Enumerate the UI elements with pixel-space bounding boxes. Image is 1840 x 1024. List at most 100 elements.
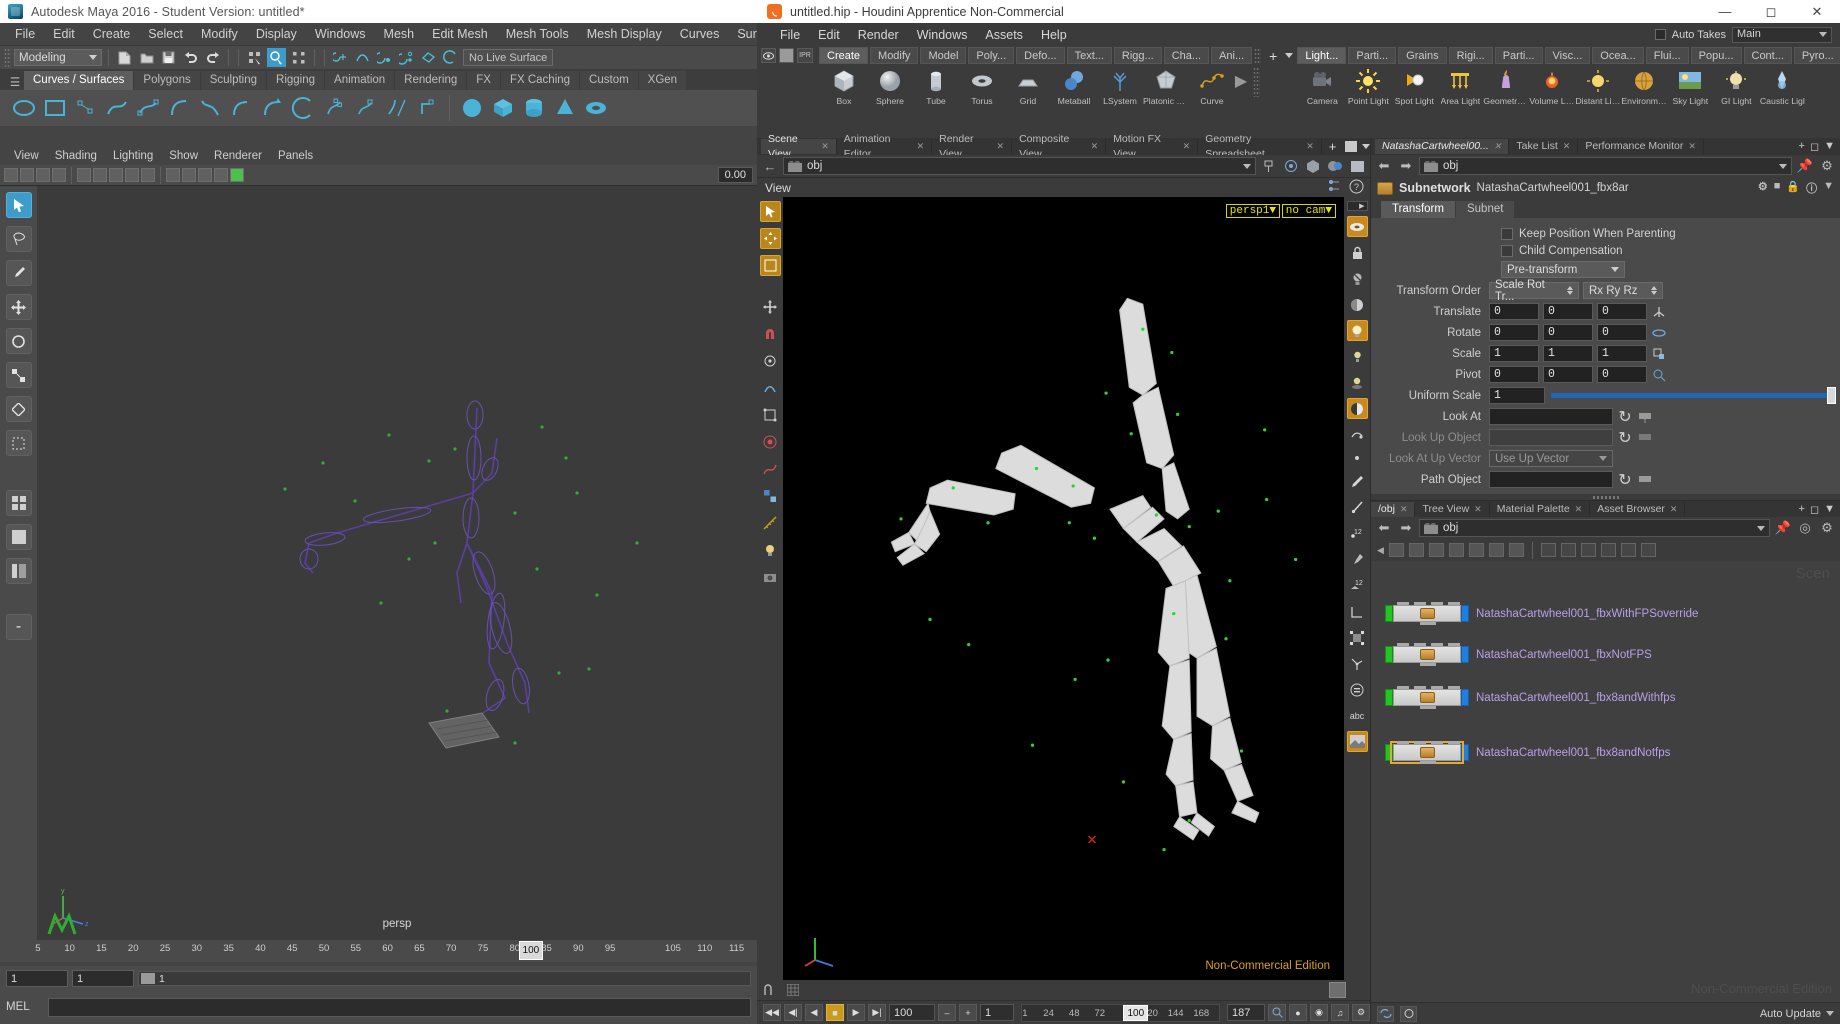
pane-tab-performance-monitor[interactable]: Performance Monitor✕ xyxy=(1578,139,1704,154)
network-snap-icon[interactable] xyxy=(1581,543,1596,557)
grid-snap-icon[interactable] xyxy=(784,982,801,998)
play-button[interactable]: ▶ xyxy=(847,1004,865,1021)
pane-layout-icon[interactable]: ◻ xyxy=(1810,140,1819,153)
pane-tab-obj-network[interactable]: /obj✕ xyxy=(1371,502,1415,517)
maya-current-frame-indicator[interactable]: 100 xyxy=(519,941,544,960)
back-icon[interactable]: ⬅ xyxy=(1375,157,1393,175)
viewport-camera-chip[interactable]: persp1▼ xyxy=(1226,204,1280,218)
node-display-icon[interactable] xyxy=(1327,179,1342,197)
take-selector[interactable]: Main xyxy=(1732,27,1832,43)
auto-update-group[interactable]: Auto Update xyxy=(1760,1008,1834,1020)
shelf-tool-platonic-solids[interactable]: Platonic Sol... xyxy=(1143,67,1189,106)
playbar-scope-icon[interactable]: ◉ xyxy=(1310,1004,1328,1021)
close-icon[interactable]: ✕ xyxy=(1183,139,1191,154)
decrement-button[interactable]: – xyxy=(938,1004,956,1021)
close-icon[interactable]: ✕ xyxy=(1474,502,1482,517)
panel-menu-view[interactable]: View xyxy=(6,150,47,162)
angle-measure-icon[interactable] xyxy=(1347,601,1368,622)
shelf-tool-metaball[interactable]: Metaball xyxy=(1051,67,1097,106)
shading-mode-icon[interactable] xyxy=(1347,294,1368,315)
node-display-flag[interactable] xyxy=(1385,689,1393,706)
pane-layout-icon[interactable]: ◻ xyxy=(1810,503,1819,516)
look-up-object-field[interactable] xyxy=(1489,429,1613,446)
shelf-tool-camera[interactable]: Camera xyxy=(1299,67,1345,106)
shelf-tool-curve[interactable]: Curve xyxy=(1189,67,1235,106)
network-path-field[interactable]: obj xyxy=(1419,519,1770,537)
chevron-down-icon[interactable] xyxy=(1243,164,1251,169)
shelf-tab-particle-fluids[interactable]: Parti... xyxy=(1495,47,1543,64)
pretransform-dropdown[interactable]: Pre-transform xyxy=(1501,261,1625,278)
shelf-tab-rigging[interactable]: Rigg... xyxy=(1114,47,1162,64)
back-icon[interactable]: ⬅ xyxy=(1375,519,1393,537)
shelf-tab-xgen[interactable]: XGen xyxy=(639,71,686,90)
houdini-frame-ruler[interactable]: 1 24 48 72 120 144 168 100 xyxy=(1021,1004,1220,1022)
snap-to-view-plane-icon[interactable] xyxy=(419,48,438,67)
pin-icon[interactable]: 📌 xyxy=(1796,157,1814,175)
pivot-y-field[interactable]: 0 xyxy=(1543,366,1593,383)
rotate-tool-icon[interactable] xyxy=(6,328,32,354)
shelf-tab-texture[interactable]: Text... xyxy=(1067,47,1112,64)
shelf-tool-grid[interactable]: Grid xyxy=(1005,67,1051,106)
step-forward-button[interactable]: ▶| xyxy=(868,1004,886,1021)
chevron-down-icon[interactable] xyxy=(1285,53,1293,58)
network-dependency-icon[interactable] xyxy=(1621,543,1636,557)
add-shelf-tab-button[interactable]: + xyxy=(1263,48,1283,64)
pivot-z-field[interactable]: 0 xyxy=(1597,366,1647,383)
houdini-network-canvas[interactable]: Scen NatashaCartwheel001_fbxWithFPSoverr… xyxy=(1371,561,1840,1002)
select-by-object-icon[interactable] xyxy=(267,48,286,67)
houdini-menu-render[interactable]: Render xyxy=(849,28,908,42)
help-icon[interactable]: ⓘ xyxy=(1806,180,1817,196)
shelf-tab-sculpting[interactable]: Sculpting xyxy=(201,71,266,90)
parameter-path-field[interactable]: obj xyxy=(1419,157,1792,175)
scene-image-icon[interactable] xyxy=(1347,731,1368,752)
pivot-handle-icon[interactable] xyxy=(1651,367,1667,383)
shelf-tab-modify[interactable]: Modify xyxy=(870,47,918,64)
light-shading-icon[interactable] xyxy=(141,168,155,182)
lighting-mode-icon[interactable] xyxy=(1347,320,1368,341)
shaded-wireframe-icon[interactable] xyxy=(109,168,123,182)
child-compensation-checkbox[interactable] xyxy=(1501,245,1513,257)
shelf-tool-box[interactable]: Box xyxy=(821,67,867,106)
transform-order-srt-dropdown[interactable]: Scale Rot Tr... xyxy=(1489,282,1579,299)
node-render-flag[interactable] xyxy=(1461,689,1469,706)
rotate-handle-icon[interactable] xyxy=(1651,325,1667,341)
close-icon[interactable]: ✕ xyxy=(1575,502,1583,517)
pane-tab-asset-browser[interactable]: Asset Browser✕ xyxy=(1590,502,1685,517)
shelf-menu-icon[interactable]: ☰ xyxy=(6,73,24,90)
shelf-tab-poly[interactable]: Poly... xyxy=(968,47,1014,64)
node-render-flag[interactable] xyxy=(1461,605,1469,622)
network-color-icon[interactable] xyxy=(1469,543,1484,557)
maya-menu-edit[interactable]: Edit xyxy=(44,23,84,45)
shelf-tool-area-light[interactable]: Area Light xyxy=(1437,67,1483,106)
shelf-tab-lights[interactable]: Light... xyxy=(1297,47,1346,64)
move-tool-icon[interactable] xyxy=(6,294,32,320)
add-pane-tab-button[interactable]: + xyxy=(1799,140,1805,153)
path-object-field[interactable] xyxy=(1489,471,1613,488)
shelf-tool-environment-light[interactable]: Environmen... xyxy=(1621,67,1667,106)
screen-space-ao-icon[interactable] xyxy=(182,168,196,182)
shelf-scroll-right-icon[interactable]: ▶ xyxy=(1235,67,1247,95)
multisample-icon[interactable] xyxy=(214,168,228,182)
snap-to-curve-icon[interactable] xyxy=(353,48,372,67)
panel-menu-shading[interactable]: Shading xyxy=(47,150,105,162)
scale-z-field[interactable]: 1 xyxy=(1597,345,1647,362)
flat-display-icon[interactable] xyxy=(1348,157,1366,175)
two-point-arc-icon[interactable] xyxy=(74,96,98,120)
texture-icon[interactable] xyxy=(125,168,139,182)
handle-tool-icon[interactable] xyxy=(760,228,781,249)
scene-view-path-field[interactable]: obj xyxy=(783,157,1256,175)
look-at-up-vector-dropdown[interactable]: Use Up Vector xyxy=(1489,450,1613,467)
close-icon[interactable]: ✕ xyxy=(1091,139,1099,154)
chevron-down-icon[interactable] xyxy=(1362,144,1370,149)
layout-single-view-icon[interactable] xyxy=(6,524,32,550)
maya-time-slider[interactable]: 5 10 15 20 25 30 35 40 45 50 55 60 65 70… xyxy=(0,940,757,962)
network-node-selected[interactable]: NatashaCartwheel001_fbx8andNotfps xyxy=(1385,744,1670,761)
last-tool-icon[interactable] xyxy=(6,396,32,422)
playbar-settings-icon[interactable]: ⚙ xyxy=(1352,1004,1370,1021)
planar-icon[interactable] xyxy=(229,96,253,120)
shelf-tab-character[interactable]: Cha... xyxy=(1164,47,1209,64)
node-body[interactable] xyxy=(1393,744,1461,761)
wireframe-shading-icon[interactable] xyxy=(77,168,91,182)
snap-to-projected-center-icon[interactable] xyxy=(397,48,416,67)
pane-tab-parameters[interactable]: NatashaCartwheel00...✕ xyxy=(1375,139,1509,154)
